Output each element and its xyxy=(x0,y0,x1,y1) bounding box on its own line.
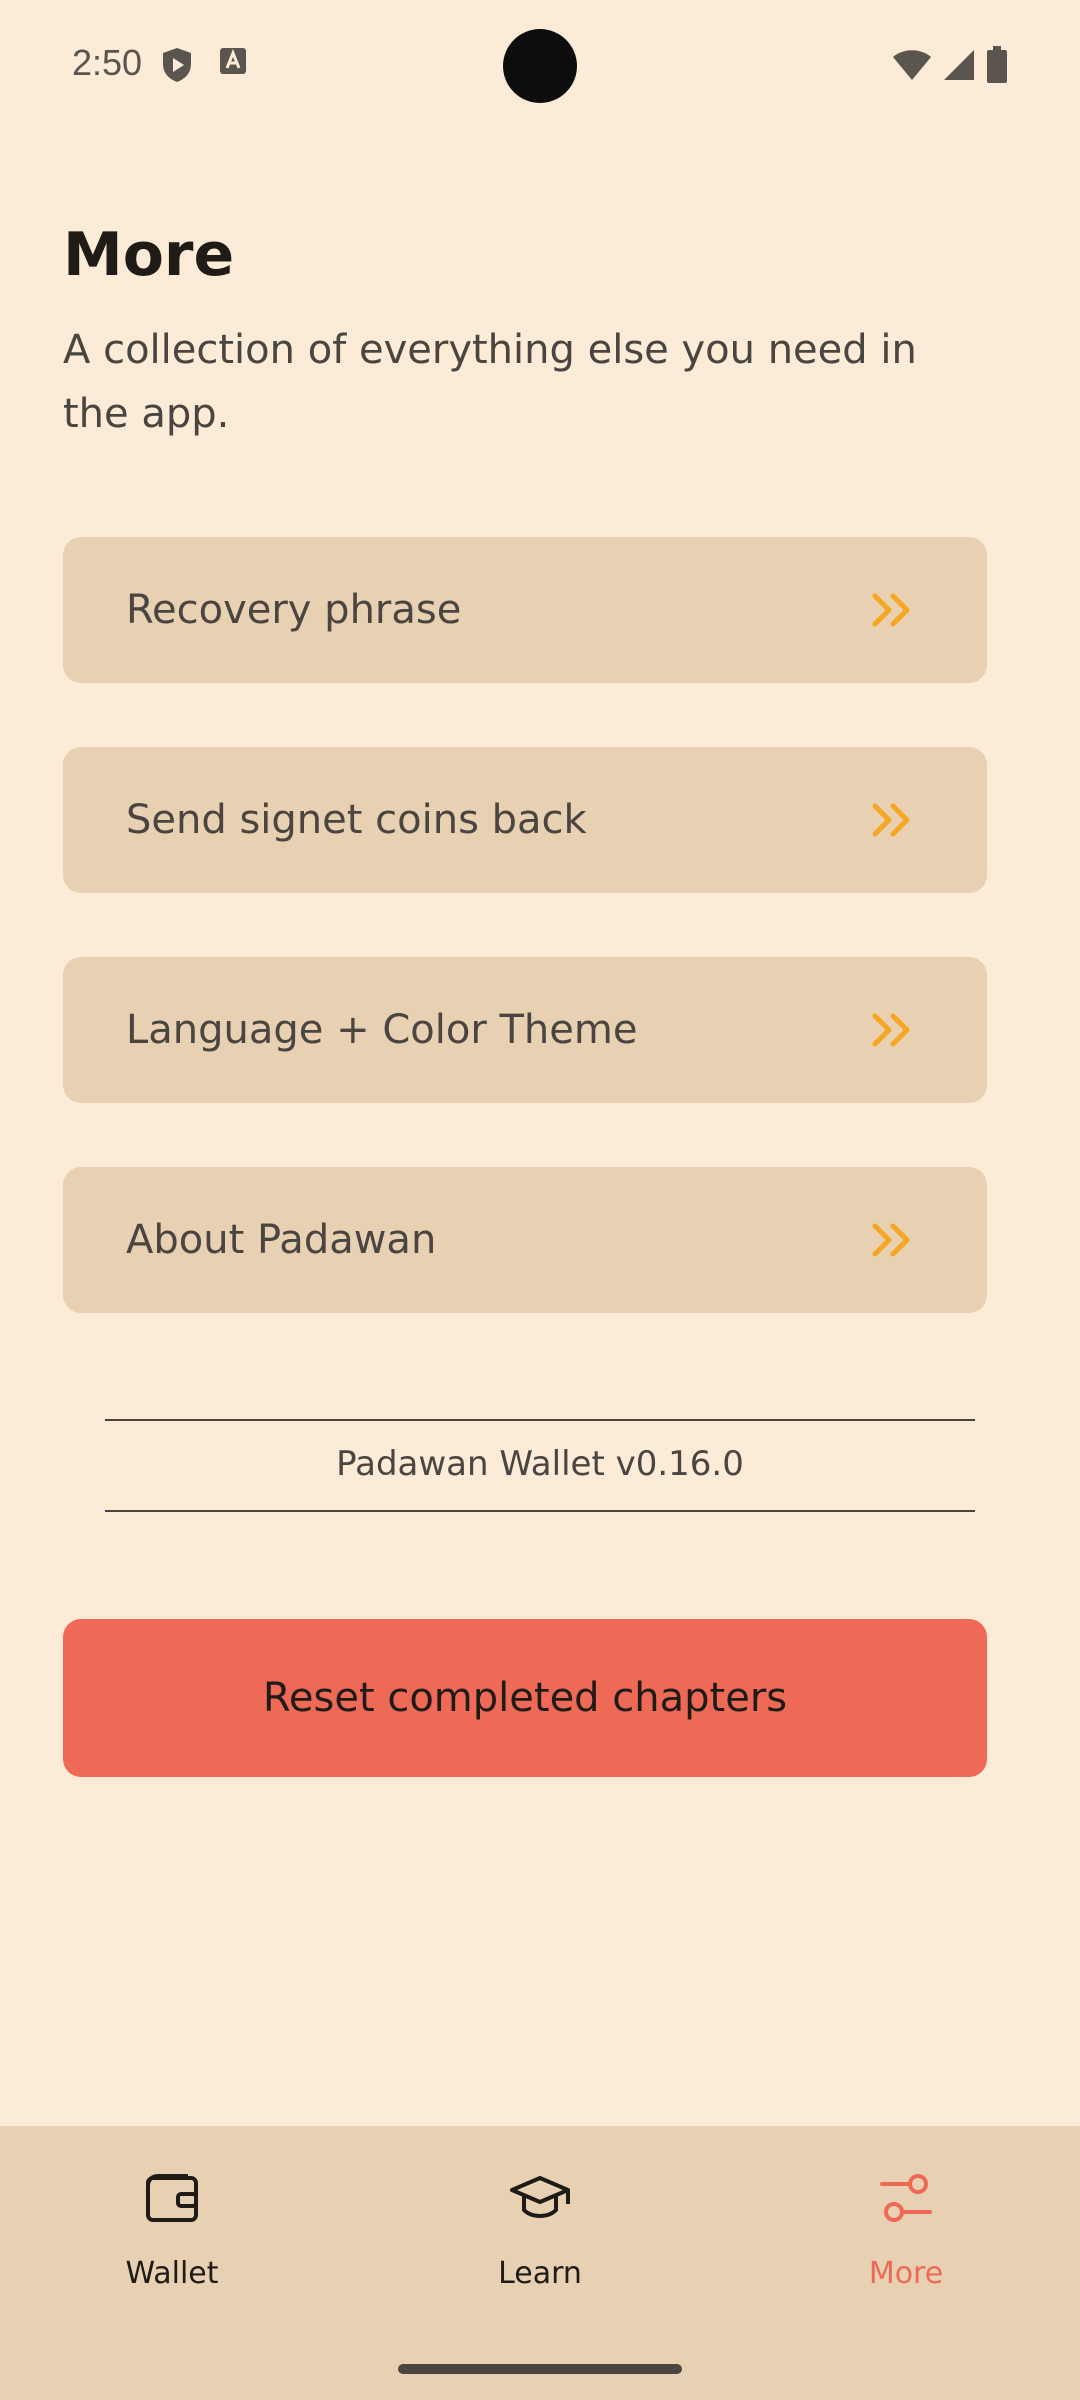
sliders-icon xyxy=(874,2166,938,2230)
page-title: More xyxy=(63,220,235,290)
menu-item-send-signet-coins-back[interactable]: Send signet coins back xyxy=(63,747,987,893)
reset-completed-chapters-button[interactable]: Reset completed chapters xyxy=(63,1619,987,1777)
camera-cutout xyxy=(503,29,577,103)
shield-play-icon xyxy=(160,46,194,84)
double-chevron-right-icon xyxy=(869,1010,915,1050)
wifi-icon xyxy=(892,48,932,86)
menu-item-language-color-theme[interactable]: Language + Color Theme xyxy=(63,957,987,1103)
divider xyxy=(105,1510,975,1512)
nav-label: More xyxy=(868,2256,944,2291)
home-indicator[interactable] xyxy=(398,2364,682,2374)
more-screen: 2:50 More A collection of everything els… xyxy=(0,0,1080,2400)
battery-icon xyxy=(986,46,1008,88)
double-chevron-right-icon xyxy=(869,1220,915,1260)
nav-label: Wallet xyxy=(125,2256,219,2291)
divider xyxy=(105,1419,975,1421)
status-time: 2:50 xyxy=(72,42,143,83)
status-bar: 2:50 xyxy=(0,0,1080,130)
nav-item-wallet[interactable]: Wallet xyxy=(52,2166,292,2291)
page-subtitle: A collection of everything else you need… xyxy=(63,327,917,437)
signal-icon xyxy=(942,48,976,86)
menu-item-recovery-phrase[interactable]: Recovery phrase xyxy=(63,537,987,683)
version-text: Padawan Wallet v0.16.0 xyxy=(336,1444,744,1484)
nav-item-learn[interactable]: Learn xyxy=(420,2166,660,2291)
menu-item-label: Recovery phrase xyxy=(126,587,462,633)
menu-item-label: Send signet coins back xyxy=(126,797,587,843)
status-right-icons xyxy=(892,46,1008,88)
double-chevron-right-icon xyxy=(869,800,915,840)
menu-item-label: Language + Color Theme xyxy=(126,1007,638,1053)
menu-item-about-padawan[interactable]: About Padawan xyxy=(63,1167,987,1313)
bottom-navigation: Wallet Learn More xyxy=(0,2126,1080,2400)
keyboard-a-icon xyxy=(218,46,252,84)
nav-item-more[interactable]: More xyxy=(786,2166,1026,2291)
menu-item-label: About Padawan xyxy=(126,1217,437,1263)
graduation-cap-icon xyxy=(508,2166,572,2230)
double-chevron-right-icon xyxy=(869,590,915,630)
wallet-icon xyxy=(140,2166,204,2230)
nav-label: Learn xyxy=(498,2256,582,2291)
